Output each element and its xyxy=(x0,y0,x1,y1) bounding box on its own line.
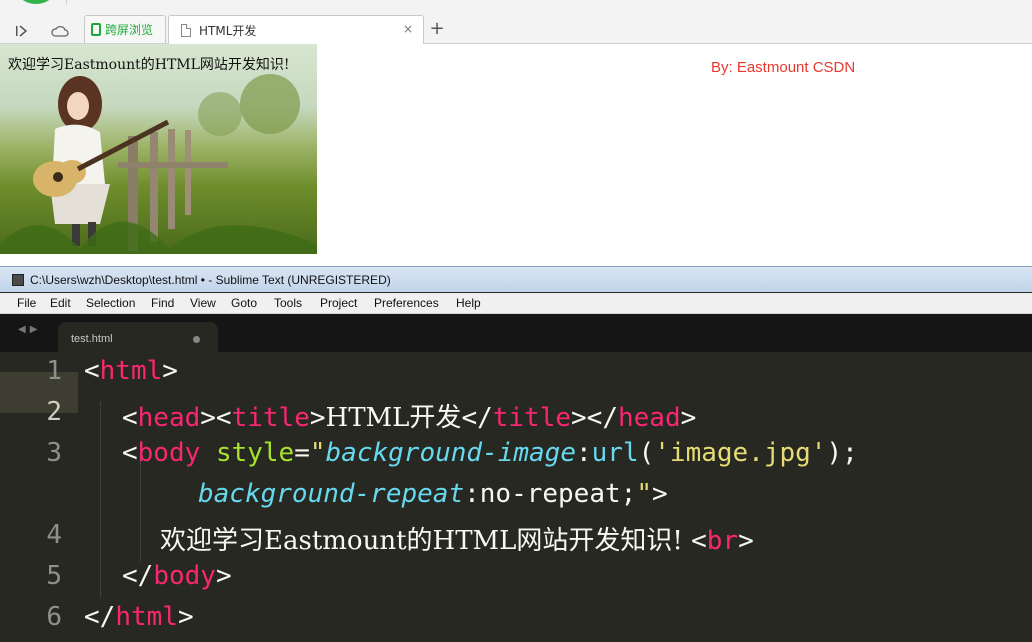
line-number: 6 xyxy=(46,602,62,632)
sublime-app-icon xyxy=(12,273,24,286)
menu-preferences[interactable]: Preferences xyxy=(374,296,439,310)
tag-name: br xyxy=(706,526,739,556)
tab-scroll-arrows-icon[interactable]: ◀▶ xyxy=(18,324,41,335)
browser-logo-icon[interactable] xyxy=(18,0,54,4)
close-icon[interactable]: × xyxy=(403,22,413,36)
byline-text: By: Eastmount CSDN xyxy=(711,59,856,76)
tab-cross-screen[interactable]: 跨屏浏览 xyxy=(84,15,166,43)
tag-name: html xyxy=(99,356,163,386)
menu-project[interactable]: Project xyxy=(320,296,357,310)
editor-tabstrip: ◀▶ test.html xyxy=(0,314,1032,352)
tag-name: head xyxy=(618,403,681,433)
menu-find[interactable]: Find xyxy=(151,296,174,310)
unsaved-dot-icon[interactable] xyxy=(193,336,200,343)
tab-label: HTML开发 xyxy=(199,23,257,38)
css-function: url xyxy=(591,438,639,468)
title-text: HTML开发 xyxy=(325,403,462,433)
tag-name: body xyxy=(137,438,201,468)
background-photo: 欢迎学习Eastmount的HTML网站开发知识! xyxy=(0,44,317,254)
phone-icon xyxy=(91,23,101,36)
css-property: background-image xyxy=(325,438,576,468)
indent-guide xyxy=(100,402,102,597)
code-editor[interactable]: 1 2 3 4 5 6 <html> <head><title>HTML开发</… xyxy=(0,352,1032,642)
code-line-3-wrap: background-repeat:no-repeat;"> xyxy=(198,479,668,509)
page-viewport: 欢迎学习Eastmount的HTML网站开发知识! By: Eastmount … xyxy=(0,44,1032,266)
window-titlebar[interactable]: C:\Users\wzh\Desktop\test.html • - Subli… xyxy=(0,266,1032,292)
code-line-3: <body style="background-image:url('image… xyxy=(122,438,858,468)
code-line-6: </html> xyxy=(84,602,194,632)
line-number: 2 xyxy=(46,397,62,427)
tag-name: body xyxy=(153,561,216,591)
tab-html-dev[interactable]: HTML开发 × xyxy=(168,15,424,44)
attr-name: style xyxy=(215,438,295,468)
code-line-2: <head><title>HTML开发</title></head> xyxy=(122,403,697,433)
code-line-4: 欢迎学习Eastmount的HTML网站开发知识! <br> xyxy=(160,526,754,556)
menu-tools[interactable]: Tools xyxy=(274,296,302,310)
file-tab-label: test.html xyxy=(71,333,113,345)
line-number: 1 xyxy=(46,356,62,386)
line-number: 3 xyxy=(46,438,62,468)
tab-label: 跨屏浏览 xyxy=(105,23,154,37)
tag-name: head xyxy=(137,403,201,433)
new-tab-button[interactable]: + xyxy=(426,18,448,40)
css-string: 'image.jpg' xyxy=(654,438,827,468)
tag-name: html xyxy=(115,602,178,632)
css-property: background-repeat xyxy=(198,479,465,509)
code-line-1: <html> xyxy=(84,356,178,386)
menu-selection[interactable]: Selection xyxy=(86,296,135,310)
line-number: 5 xyxy=(46,561,62,591)
tag-name: title xyxy=(231,403,310,433)
menu-goto[interactable]: Goto xyxy=(231,296,257,310)
css-value: no-repeat xyxy=(479,479,621,509)
sidebar-toggle-icon[interactable] xyxy=(10,20,34,42)
sublime-window: C:\Users\wzh\Desktop\test.html • - Subli… xyxy=(0,266,1032,642)
browser-tabbar: 跨屏浏览 HTML开发 × + xyxy=(0,0,1032,44)
menu-view[interactable]: View xyxy=(190,296,216,310)
tab-test-html[interactable]: test.html xyxy=(58,322,218,352)
body-text: 欢迎学习Eastmount的HTML网站开发知识! xyxy=(160,526,692,556)
window-title: C:\Users\wzh\Desktop\test.html • - Subli… xyxy=(30,272,391,287)
line-number: 4 xyxy=(46,520,62,550)
cloud-icon[interactable] xyxy=(48,20,72,42)
toolbar-strip xyxy=(66,0,437,4)
menu-file[interactable]: File xyxy=(17,296,36,310)
welcome-text: 欢迎学习Eastmount的HTML网站开发知识! xyxy=(8,57,290,73)
menu-edit[interactable]: Edit xyxy=(50,296,71,310)
code-line-5: </body> xyxy=(122,561,232,591)
menu-bar: File Edit Selection Find View Goto Tools… xyxy=(0,293,1032,314)
document-icon xyxy=(181,23,191,37)
menu-help[interactable]: Help xyxy=(456,296,481,310)
tag-name: title xyxy=(492,403,572,433)
